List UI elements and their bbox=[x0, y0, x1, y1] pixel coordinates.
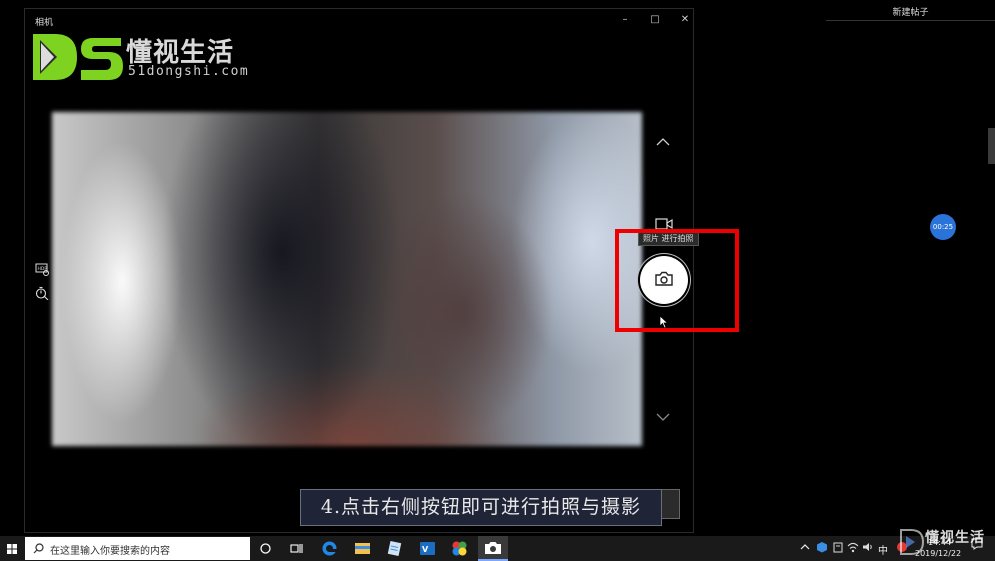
hdr-icon[interactable]: HDR bbox=[35, 262, 49, 276]
play-logo-icon bbox=[900, 529, 925, 555]
camera-app-icon bbox=[485, 542, 501, 554]
virtual-machine-icon[interactable]: V bbox=[419, 540, 436, 557]
tray-expand-icon[interactable] bbox=[800, 542, 810, 552]
search-icon bbox=[33, 543, 44, 554]
pinwheel-app-icon[interactable] bbox=[451, 540, 468, 557]
brand-logo: 懂视生活 51dongshi.com bbox=[31, 30, 261, 86]
watermark-text: 懂视生活 bbox=[925, 530, 985, 546]
svg-text:HDR: HDR bbox=[38, 266, 48, 272]
maximize-button[interactable]: □ bbox=[640, 11, 670, 29]
new-post-panel[interactable]: 新建帖子 bbox=[826, 0, 995, 21]
search-placeholder: 在这里输入你要搜索的内容 bbox=[50, 546, 170, 557]
taskbar: 在这里输入你要搜索的内容 V 中 bbox=[0, 536, 995, 561]
timer-icon[interactable] bbox=[35, 286, 49, 300]
subtitle-caption: 4.点击右侧按钮即可进行拍照与摄影 bbox=[300, 489, 662, 526]
new-post-label: 新建帖子 bbox=[892, 8, 929, 18]
edge-browser-icon[interactable] bbox=[321, 540, 338, 557]
camera-preview bbox=[52, 112, 642, 446]
windows-start-icon[interactable] bbox=[0, 536, 24, 561]
minimize-button[interactable]: – bbox=[610, 11, 640, 29]
corner-watermark: 懂视生活 bbox=[897, 524, 995, 561]
tray-app-icon[interactable] bbox=[832, 541, 844, 553]
camera-taskbar-button[interactable] bbox=[478, 536, 508, 561]
tray-cube-icon[interactable] bbox=[816, 541, 828, 553]
input-method-indicator[interactable]: 中 bbox=[878, 542, 888, 557]
recording-timer-badge[interactable]: 00:25 bbox=[930, 214, 956, 240]
notepad-icon[interactable] bbox=[386, 540, 403, 557]
window-title: 相机 bbox=[35, 18, 54, 28]
volume-icon[interactable] bbox=[862, 541, 874, 553]
task-view-icon[interactable] bbox=[288, 540, 305, 557]
side-panel-handle[interactable] bbox=[988, 128, 995, 164]
file-explorer-icon[interactable] bbox=[354, 540, 371, 557]
close-button[interactable]: ✕ bbox=[670, 11, 700, 29]
chevron-up-icon[interactable] bbox=[654, 135, 672, 149]
logo-url-text: 51dongshi.com bbox=[128, 64, 250, 79]
highlight-box bbox=[615, 229, 739, 332]
ds-logo-icon bbox=[33, 34, 123, 80]
wifi-icon[interactable] bbox=[847, 541, 859, 553]
subtitle-tail bbox=[662, 489, 680, 519]
svg-text:V: V bbox=[422, 545, 429, 554]
chevron-down-icon[interactable] bbox=[654, 410, 672, 424]
taskbar-search-box[interactable]: 在这里输入你要搜索的内容 bbox=[25, 537, 250, 560]
cortana-icon[interactable] bbox=[257, 540, 274, 557]
